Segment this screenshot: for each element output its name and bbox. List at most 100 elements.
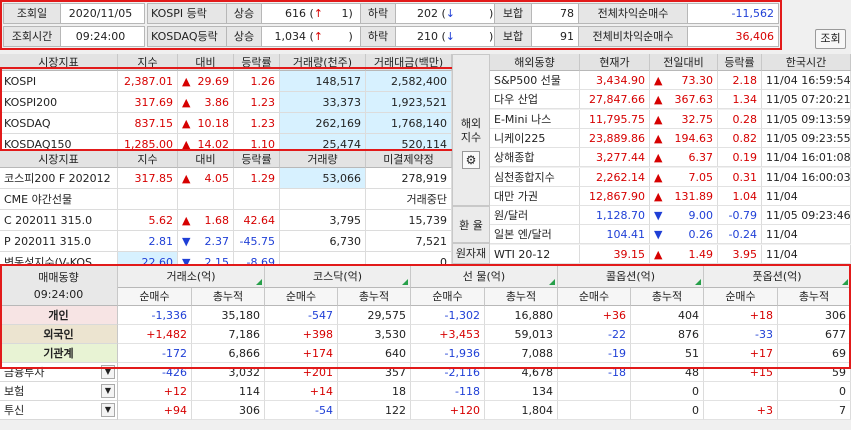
flat-label: 보합: [494, 3, 532, 24]
trading-value: [558, 382, 631, 401]
time-label: 조회시간: [3, 26, 61, 47]
overseas-change-value: 7.05: [688, 170, 714, 184]
overseas-change: ▼ 9.00: [650, 206, 718, 226]
futures-name: C 202011 315.0: [0, 210, 118, 231]
up-arrow-icon: ↑: [313, 30, 324, 43]
market-amount: 1,768,140: [366, 113, 452, 134]
search-button[interactable]: 조회: [815, 29, 846, 49]
chevron-down-icon[interactable]: ▼: [101, 365, 115, 379]
up-label: 상승: [226, 26, 262, 47]
futures-open-interest: 15,739: [366, 210, 452, 231]
investor-label: 보험: [4, 385, 25, 398]
trading-value: 59: [778, 363, 851, 382]
trading-value: +12: [118, 382, 192, 401]
trading-value: 16,880: [485, 306, 558, 325]
overseas-change: ▲ 7.05: [650, 167, 718, 187]
overseas-clock: 16:59:54: [801, 74, 851, 87]
overseas-date: 11/04: [766, 247, 798, 261]
overseas-name: 니케이225: [490, 128, 580, 148]
trading-value: [558, 401, 631, 420]
overseas-change-value: 9.00: [688, 209, 714, 223]
overseas-rate: 0.28: [718, 109, 762, 129]
trading-subheader: 총누적: [192, 288, 265, 306]
overseas-date: 11/05: [766, 112, 798, 126]
market-volume: 262,169: [280, 113, 366, 134]
overseas-name: E-Mini 나스: [490, 109, 580, 129]
down-triangle-icon: ▼: [654, 228, 663, 242]
trading-subheader: 순매수: [411, 288, 485, 306]
futures-header-3: 등락률: [234, 151, 280, 168]
overseas-clock: 16:00:03: [801, 170, 851, 184]
trading-value: 357: [338, 363, 411, 382]
trading-value: +15: [704, 363, 778, 382]
futures-rate: 42.64: [234, 210, 280, 231]
futures-change: ▼ 2.37: [178, 231, 234, 252]
trading-value: 6,866: [192, 344, 265, 363]
fx-button[interactable]: 환 율: [452, 206, 490, 243]
investor-label: 금융투자: [4, 366, 45, 379]
overseas-date: 11/05: [766, 131, 798, 145]
flat-label: 보합: [494, 26, 532, 47]
trading-subheader: 순매수: [265, 288, 338, 306]
overseas-rate: -0.24: [718, 225, 762, 245]
overseas-rate: 0.31: [718, 167, 762, 187]
market-header-1: 지수: [118, 54, 178, 71]
up-triangle-icon: ▲: [182, 214, 191, 227]
overseas-time: 11/05 07:20:21: [762, 90, 851, 110]
market-change: ▲ 3.86: [178, 92, 234, 113]
overseas-name: 심천종합지수: [490, 167, 580, 187]
market-index: 837.15: [118, 113, 178, 134]
overseas-date: 11/04: [766, 170, 798, 184]
overseas-rate: 1.34: [718, 90, 762, 110]
futures-change-value: 1.68: [204, 214, 230, 227]
overseas-rate: 0.82: [718, 128, 762, 148]
down-arrow-icon: ↓: [445, 7, 456, 20]
overseas-time: 11/05 09:23:46: [762, 206, 851, 226]
market-amount: 2,582,400: [366, 71, 452, 92]
overseas-rate: 2.18: [718, 71, 762, 90]
trading-group-header: 코스닥(억): [265, 266, 411, 288]
futures-header-1: 지수: [118, 151, 178, 168]
kosdaq-up-count: 1,034: [274, 30, 307, 43]
gear-icon[interactable]: ⚙: [462, 151, 480, 169]
chevron-down-icon[interactable]: ▼: [101, 384, 115, 398]
futures-open-interest: 7,521: [366, 231, 452, 252]
overseas-header-3: 등락률: [718, 54, 762, 71]
market-change-value: 10.18: [197, 117, 230, 130]
trading-subheader: 총누적: [778, 288, 851, 306]
trading-value: 306: [192, 401, 265, 420]
futures-index: 317.85: [118, 168, 178, 189]
overseas-header-0: 해외동향: [490, 54, 580, 71]
trading-value: 134: [485, 382, 558, 401]
date-value: 2020/11/05: [60, 3, 145, 24]
trading-value: 3,032: [192, 363, 265, 382]
commodity-button[interactable]: 원자재: [452, 243, 490, 264]
arbitrage-label: 전체차익순매수: [578, 3, 688, 24]
date-label: 조회일: [3, 3, 61, 24]
trading-value: +3: [704, 401, 778, 420]
market-index: 317.69: [118, 92, 178, 113]
chevron-down-icon[interactable]: ▼: [101, 403, 115, 417]
trading-investor-name: 기관계: [0, 344, 118, 363]
overseas-name: S&P500 선물: [490, 71, 580, 90]
trading-value: 114: [192, 382, 265, 401]
overseas-date: 11/05: [766, 93, 798, 107]
trading-value: -1,936: [411, 344, 485, 363]
trading-value: -19: [558, 344, 631, 363]
trading-value: -1,336: [118, 306, 192, 325]
down-arrow-icon: ↓: [445, 30, 456, 43]
trading-value: +14: [265, 382, 338, 401]
overseas-name: 다우 산업: [490, 90, 580, 110]
overseas-change: ▲ 194.63: [650, 128, 718, 148]
futures-volume: 3,795: [280, 210, 366, 231]
trading-subheader: 총누적: [338, 288, 411, 306]
overseas-date: 11/04: [766, 151, 798, 165]
market-header-4: 거래량(천주): [280, 54, 366, 71]
up-arrow-icon: ↑: [313, 7, 324, 20]
overseas-index-panel[interactable]: 해외 지수 ⚙: [452, 54, 490, 206]
overseas-name: WTI 20-12: [490, 244, 580, 264]
overseas-change-value: 1.49: [688, 247, 714, 261]
trading-value: 59,013: [485, 325, 558, 344]
corner-triangle-icon: [256, 279, 262, 285]
trading-value: -172: [118, 344, 192, 363]
